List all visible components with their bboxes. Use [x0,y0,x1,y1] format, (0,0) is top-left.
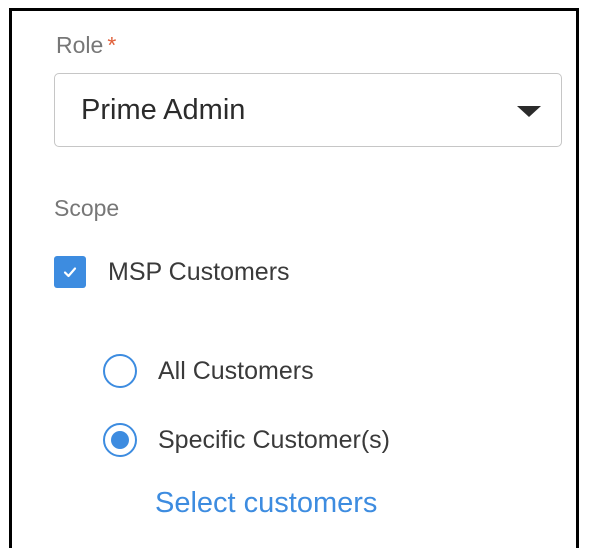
radio-specific-customers-label: Specific Customer(s) [158,425,390,454]
role-label-text: Role [56,32,104,58]
msp-customers-checkbox[interactable] [54,256,86,288]
scope-label: Scope [54,195,120,221]
radio-all-customers[interactable]: All Customers [103,351,314,391]
checkmark-icon [63,267,77,278]
required-marker: * [107,32,117,58]
role-dropdown[interactable]: Prime Admin [54,73,562,147]
role-dropdown-value: Prime Admin [81,94,246,126]
radio-button-all-customers[interactable] [103,354,137,388]
radio-all-customers-label: All Customers [158,356,314,385]
radio-button-specific-customers[interactable] [103,423,137,457]
chevron-down-icon [517,106,541,117]
role-label: Role * [56,32,116,59]
msp-customers-checkbox-row[interactable]: MSP Customers [54,255,290,289]
msp-customers-label: MSP Customers [108,257,290,286]
select-customers-link[interactable]: Select customers [155,487,377,520]
radio-specific-customers[interactable]: Specific Customer(s) [103,420,390,460]
